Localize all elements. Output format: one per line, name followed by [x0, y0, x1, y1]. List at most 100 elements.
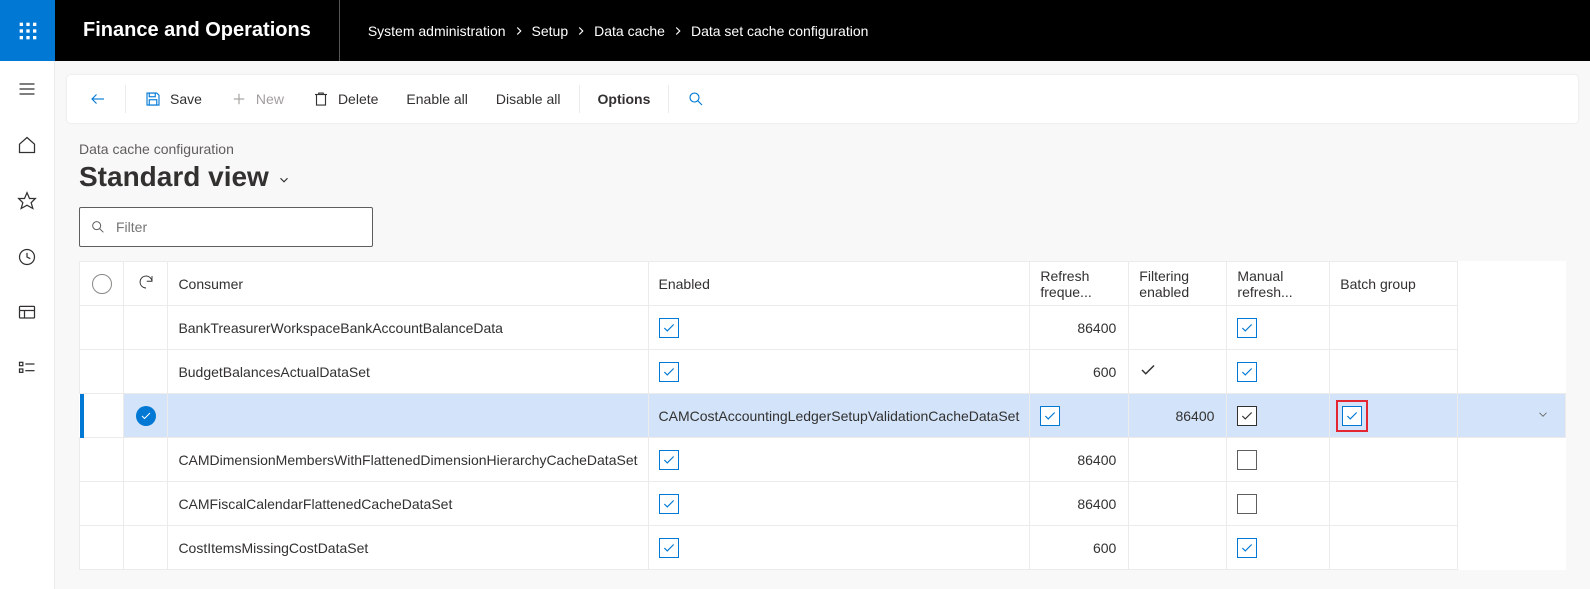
disable-all-label: Disable all: [496, 91, 561, 107]
table-row[interactable]: CAMDimensionMembersWithFlattenedDimensio…: [80, 438, 1566, 482]
waffle-icon: [18, 21, 38, 41]
filtering-cell[interactable]: [1129, 482, 1227, 526]
nav-favorites[interactable]: [0, 179, 55, 223]
enabled-cell[interactable]: [648, 482, 1030, 526]
filtering-cell[interactable]: [1129, 306, 1227, 350]
enabled-cell[interactable]: [648, 526, 1030, 570]
table-row[interactable]: BankTreasurerWorkspaceBankAccountBalance…: [80, 306, 1566, 350]
left-rail: [0, 61, 55, 589]
refresh-freq-cell[interactable]: 86400: [1030, 438, 1129, 482]
batch-group-cell[interactable]: [1330, 350, 1457, 394]
consumer-cell[interactable]: CostItemsMissingCostDataSet: [168, 526, 648, 570]
table-row[interactable]: CostItemsMissingCostDataSet 600: [80, 526, 1566, 570]
nav-workspaces[interactable]: [0, 291, 55, 335]
refresh-freq-cell[interactable]: 86400: [1129, 394, 1227, 438]
checkbox-icon: [1237, 538, 1257, 558]
batch-group-cell[interactable]: [1330, 306, 1457, 350]
row-select[interactable]: [80, 526, 124, 570]
options-button[interactable]: Options: [584, 75, 665, 123]
filter-box[interactable]: [79, 207, 373, 247]
col-enabled[interactable]: Enabled: [648, 262, 1030, 306]
batch-group-cell[interactable]: [1330, 526, 1457, 570]
search-button[interactable]: [673, 75, 719, 123]
col-refresh-freq[interactable]: Refresh freque...: [1030, 262, 1129, 306]
row-select[interactable]: [80, 438, 124, 482]
row-select[interactable]: [124, 394, 168, 438]
star-icon: [17, 191, 37, 211]
row-select[interactable]: [80, 350, 124, 394]
consumer-cell[interactable]: BankTreasurerWorkspaceBankAccountBalance…: [168, 306, 648, 350]
table-row[interactable]: CAMFiscalCalendarFlattenedCacheDataSet 86…: [80, 482, 1566, 526]
view-selector[interactable]: Standard view: [79, 161, 1566, 193]
new-button[interactable]: New: [216, 75, 298, 123]
enabled-cell[interactable]: [648, 350, 1030, 394]
refresh-freq-cell[interactable]: 86400: [1030, 306, 1129, 350]
row-select[interactable]: [80, 306, 124, 350]
table-row[interactable]: BudgetBalancesActualDataSet 600: [80, 350, 1566, 394]
manual-refresh-cell[interactable]: [1227, 306, 1330, 350]
delete-label: Delete: [338, 91, 378, 107]
breadcrumb-item[interactable]: Data cache: [594, 23, 665, 39]
breadcrumb-item[interactable]: Setup: [532, 23, 569, 39]
refresh-freq-cell[interactable]: 86400: [1030, 482, 1129, 526]
manual-refresh-cell[interactable]: [1227, 438, 1330, 482]
manual-refresh-cell[interactable]: [1227, 526, 1330, 570]
back-button[interactable]: [75, 75, 121, 123]
refresh-freq-cell[interactable]: 600: [1030, 526, 1129, 570]
filtering-cell[interactable]: [1129, 438, 1227, 482]
highlight-box: [1336, 400, 1368, 432]
col-manual[interactable]: Manual refresh...: [1227, 262, 1330, 306]
refresh-header[interactable]: [124, 262, 168, 306]
refresh-freq-cell[interactable]: 600: [1030, 350, 1129, 394]
enabled-cell[interactable]: [648, 438, 1030, 482]
delete-button[interactable]: Delete: [298, 75, 392, 123]
select-all-circle: [92, 274, 112, 294]
nav-hamburger[interactable]: [0, 67, 55, 111]
chevron-right-icon: [512, 24, 526, 38]
manual-refresh-cell[interactable]: [1227, 350, 1330, 394]
col-consumer[interactable]: Consumer: [168, 262, 648, 306]
enable-all-button[interactable]: Enable all: [392, 75, 482, 123]
filtering-cell[interactable]: [1129, 350, 1227, 394]
batch-group-cell[interactable]: [1330, 482, 1457, 526]
filtering-cell[interactable]: [1227, 394, 1330, 438]
checkbox-icon: [1237, 406, 1257, 426]
batch-group-cell[interactable]: [1330, 438, 1457, 482]
breadcrumb: System administration Setup Data cache D…: [340, 23, 897, 39]
breadcrumb-item[interactable]: System administration: [368, 23, 506, 39]
save-button[interactable]: Save: [130, 75, 216, 123]
workspace-icon: [17, 303, 37, 323]
chevron-down-icon[interactable]: [1529, 407, 1557, 424]
enabled-cell[interactable]: [648, 306, 1030, 350]
refresh-icon: [137, 273, 155, 291]
checkbox-icon: [1237, 362, 1257, 382]
consumer-cell[interactable]: CAMCostAccountingLedgerSetupValidationCa…: [648, 394, 1030, 438]
nav-home[interactable]: [0, 123, 55, 167]
select-all-header[interactable]: [80, 262, 124, 306]
app-launcher[interactable]: [0, 0, 55, 61]
consumer-cell[interactable]: CAMFiscalCalendarFlattenedCacheDataSet: [168, 482, 648, 526]
consumer-cell[interactable]: CAMDimensionMembersWithFlattenedDimensio…: [168, 438, 648, 482]
separator: [668, 85, 669, 113]
breadcrumb-item[interactable]: Data set cache configuration: [691, 23, 868, 39]
col-batch[interactable]: Batch group: [1330, 262, 1457, 306]
filter-input[interactable]: [116, 219, 362, 235]
disable-all-button[interactable]: Disable all: [482, 75, 575, 123]
nav-recent[interactable]: [0, 235, 55, 279]
clock-icon: [17, 247, 37, 267]
enabled-cell[interactable]: [1030, 394, 1129, 438]
checkbox-icon: [659, 318, 679, 338]
nav-modules[interactable]: [0, 347, 55, 391]
manual-refresh-cell[interactable]: [1330, 394, 1457, 438]
filtering-cell[interactable]: [1129, 526, 1227, 570]
batch-group-cell[interactable]: [1457, 394, 1565, 438]
options-label: Options: [598, 91, 651, 107]
checkbox-icon: [659, 450, 679, 470]
row-select[interactable]: [80, 482, 124, 526]
manual-refresh-cell[interactable]: [1227, 482, 1330, 526]
table-row[interactable]: CAMCostAccountingLedgerSetupValidationCa…: [80, 394, 1566, 438]
separator: [579, 85, 580, 113]
layout: Save New Delete Enable all Disable all O…: [0, 61, 1590, 589]
col-filtering[interactable]: Filtering enabled: [1129, 262, 1227, 306]
consumer-cell[interactable]: BudgetBalancesActualDataSet: [168, 350, 648, 394]
